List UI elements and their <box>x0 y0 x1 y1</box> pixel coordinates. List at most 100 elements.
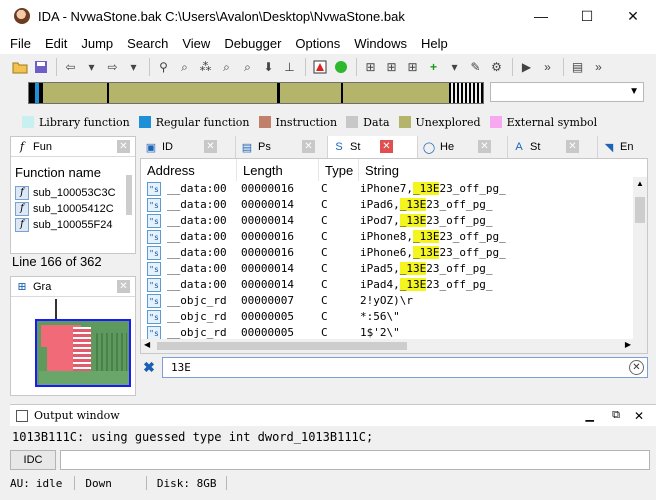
minimize-button[interactable]: — <box>518 0 564 32</box>
search-text-icon[interactable]: ⌕ <box>175 58 194 77</box>
menu-search[interactable]: Search <box>127 36 168 51</box>
cell-address: __objc_rd <box>167 326 227 339</box>
menu-help[interactable]: Help <box>421 36 448 51</box>
horizontal-scrollbar[interactable]: ◀ ▶ <box>141 339 635 353</box>
column-header-length[interactable]: Length <box>237 159 319 181</box>
menu-file[interactable]: File <box>10 36 31 51</box>
dropdown-chevron-icon[interactable]: ▾ <box>82 58 101 77</box>
string-icon: "s <box>147 246 161 260</box>
minimize-pane-icon[interactable]: ▁ <box>586 409 594 422</box>
add-struct-icon[interactable]: ⊞ <box>403 58 422 77</box>
dropdown-chevron-icon[interactable]: ▾ <box>124 58 143 77</box>
pin-icon[interactable]: ⊥ <box>280 58 299 77</box>
column-header-string[interactable]: String <box>359 159 631 181</box>
open-folder-icon[interactable] <box>10 58 29 77</box>
binoculars-icon[interactable]: ⚲ <box>154 58 173 77</box>
forward-arrow-icon[interactable]: ⇨ <box>103 58 122 77</box>
menu-edit[interactable]: Edit <box>45 36 67 51</box>
tab-enums[interactable]: ◥ En <box>598 136 656 158</box>
legend-external-symbol: External symbol <box>489 116 597 129</box>
table-row[interactable]: "s __data:00 00000016 CiPhone6,_13E23_off_p… <box>141 245 631 261</box>
clear-search-icon[interactable]: ✕ <box>629 360 644 375</box>
list-item[interactable]: f sub_10005412C <box>15 201 114 216</box>
cell-string: iPad4,_13E23_off_pg_ <box>360 278 493 291</box>
cell-address: __data:00 <box>167 182 227 195</box>
search-binary-icon[interactable]: ⁂ <box>196 58 215 77</box>
menu-debugger[interactable]: Debugger <box>224 36 281 51</box>
graph-thumbnail[interactable] <box>35 319 131 387</box>
search-input[interactable] <box>162 357 648 378</box>
scrollbar[interactable] <box>125 165 133 237</box>
function-name-header[interactable]: Function name <box>15 165 101 180</box>
close-search-icon[interactable]: ✖ <box>143 359 155 375</box>
maximize-button[interactable]: ☐ <box>564 0 610 32</box>
idc-button[interactable]: IDC <box>10 450 56 470</box>
segment-dropdown[interactable]: ▼ <box>490 82 644 102</box>
list-item[interactable]: f sub_100055F24 <box>15 217 113 232</box>
table-row[interactable]: "s __objc_rd 00000007 C 2!yOZ)\r <box>141 293 631 309</box>
cell-address: __data:00 <box>167 214 227 227</box>
search-immediate-icon[interactable]: ⌕ <box>217 58 236 77</box>
cell-length: 00000016 <box>241 230 294 243</box>
cell-string: iPod7,_13E23_off_pg_ <box>360 214 493 227</box>
menu-jump[interactable]: Jump <box>81 36 113 51</box>
search-match-highlight: _13E <box>412 230 440 243</box>
close-button[interactable]: ✕ <box>610 0 656 32</box>
close-icon[interactable]: ✕ <box>117 280 130 293</box>
close-icon[interactable]: ✕ <box>566 140 579 153</box>
close-icon[interactable]: ✕ <box>634 409 644 423</box>
column-header-address[interactable]: Address <box>141 159 237 181</box>
tab-strings[interactable]: S St ✕ <box>328 136 418 158</box>
tab-graph-overview[interactable]: ⊞ Gra ✕ <box>11 277 135 297</box>
vertical-scrollbar[interactable]: ▲ <box>633 177 647 353</box>
menu-options[interactable]: Options <box>295 36 340 51</box>
column-header-type[interactable]: Type <box>319 159 359 181</box>
idc-command-input[interactable] <box>60 450 650 470</box>
close-icon[interactable]: ✕ <box>204 140 217 153</box>
menu-windows[interactable]: Windows <box>354 36 407 51</box>
overflow-chevron-icon[interactable]: » <box>589 58 608 77</box>
tab-structures[interactable]: A St ✕ <box>508 136 598 158</box>
tab-functions[interactable]: f Fun ✕ <box>11 137 135 157</box>
float-pane-icon[interactable]: ⧉ <box>612 409 620 422</box>
legend-unexplored: Unexplored <box>398 116 481 129</box>
tab-ida-view[interactable]: ▣ ID ✕ <box>140 136 236 158</box>
table-row[interactable]: "s __data:00 00000014 CiPad6,_13E23_off_pg_ <box>141 197 631 213</box>
menu-view[interactable]: View <box>182 36 210 51</box>
close-icon[interactable]: ✕ <box>478 140 491 153</box>
table-row[interactable]: "s __data:00 00000014 CiPad4,_13E23_off_pg_ <box>141 277 631 293</box>
string-icon: "s <box>147 214 161 228</box>
app-icon <box>14 8 30 24</box>
close-icon[interactable]: ✕ <box>302 140 315 153</box>
table-row[interactable]: "s __data:00 00000014 CiPad5,_13E23_off_pg_ <box>141 261 631 277</box>
graph-icon: ⊞ <box>17 280 27 293</box>
green-circle-icon[interactable] <box>331 58 350 77</box>
add-function-icon[interactable]: ⊞ <box>361 58 380 77</box>
tab-hex-view[interactable]: ◯ He ✕ <box>418 136 508 158</box>
patch-icon[interactable]: ✎ <box>466 58 485 77</box>
table-row[interactable]: "s __data:00 00000014 CiPod7,_13E23_off_pg_ <box>141 213 631 229</box>
table-row[interactable]: "s __data:00 00000016 CiPhone7,_13E23_off_p… <box>141 181 631 197</box>
navigation-band[interactable] <box>28 82 484 104</box>
close-icon[interactable]: ✕ <box>380 140 393 153</box>
string-icon: "s <box>147 182 161 196</box>
add-segment-icon[interactable]: ⊞ <box>382 58 401 77</box>
tab-pseudocode[interactable]: ▤ Ps ✕ <box>236 136 328 158</box>
back-arrow-icon[interactable]: ⇦ <box>61 58 80 77</box>
save-icon[interactable] <box>31 58 50 77</box>
play-icon[interactable]: ▶ <box>517 58 536 77</box>
cell-type: C <box>321 294 328 307</box>
list-item[interactable]: f sub_100053C3C <box>15 185 116 200</box>
plus-dropdown-icon[interactable]: + <box>424 58 443 77</box>
debug-icon[interactable]: ⚙ <box>487 58 506 77</box>
graph-icon[interactable] <box>310 58 329 77</box>
cell-address: __data:00 <box>167 230 227 243</box>
search-next-icon[interactable]: ⌕ <box>238 58 257 77</box>
overflow-chevron-icon[interactable]: » <box>538 58 557 77</box>
table-row[interactable]: "s __objc_rd 00000005 C *:56\" <box>141 309 631 325</box>
close-icon[interactable]: ✕ <box>117 140 130 153</box>
down-arrow-icon[interactable]: ⬇ <box>259 58 278 77</box>
table-row[interactable]: "s __data:00 00000016 CiPhone8,_13E23_off_p… <box>141 229 631 245</box>
dropdown-chevron-icon[interactable]: ▾ <box>445 58 464 77</box>
options-icon[interactable]: ▤ <box>568 58 587 77</box>
